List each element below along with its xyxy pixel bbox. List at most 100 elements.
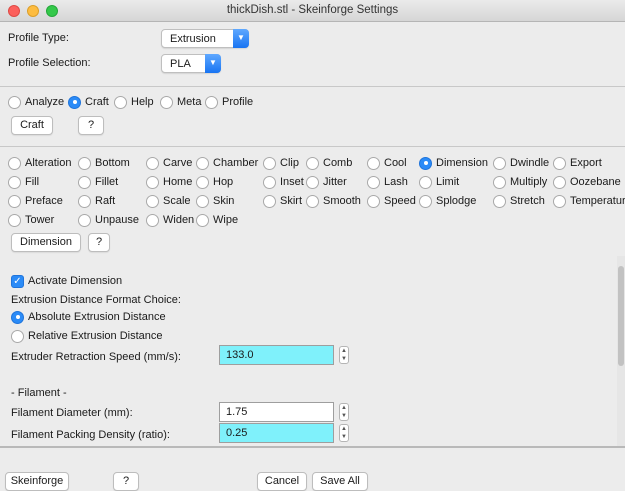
relative-extrusion-radio[interactable]: Relative Extrusion Distance: [11, 328, 163, 344]
radio-analyze[interactable]: Analyze: [8, 94, 64, 110]
radio-unselected-icon: [11, 329, 24, 343]
radio-unselected-icon: [306, 156, 319, 170]
radio-unpause[interactable]: Unpause: [78, 212, 139, 228]
packing-density-field[interactable]: 0.25: [219, 423, 334, 443]
filament-diameter-stepper[interactable]: ▲ ▼: [339, 403, 349, 421]
radio-unselected-icon: [78, 213, 91, 227]
radio-clip[interactable]: Clip: [263, 155, 299, 171]
radio-unselected-icon: [553, 175, 566, 189]
divider: [0, 146, 625, 147]
filament-diameter-field[interactable]: 1.75: [219, 402, 334, 422]
activate-dimension-checkbox[interactable]: ✓ Activate Dimension: [11, 273, 122, 289]
radio-unselected-icon: [263, 194, 276, 208]
radio-label: Alteration: [25, 157, 72, 169]
profile-selection-select[interactable]: PLA ▼: [161, 54, 221, 73]
radio-export[interactable]: Export: [553, 155, 602, 171]
profile-type-value: Extrusion: [170, 33, 216, 45]
radio-craft[interactable]: Craft: [68, 94, 109, 110]
settings-scrollbar-thumb[interactable]: [618, 266, 624, 366]
radio-meta[interactable]: Meta: [160, 94, 201, 110]
radio-unselected-icon: [493, 156, 506, 170]
skeinforge-button[interactable]: Skeinforge: [5, 472, 69, 491]
window-title: thickDish.stl - Skeinforge Settings: [226, 4, 399, 16]
radio-cool[interactable]: Cool: [367, 155, 407, 171]
radio-widen[interactable]: Widen: [146, 212, 194, 228]
cancel-button[interactable]: Cancel: [257, 472, 307, 491]
chevron-down-icon: ▼: [205, 54, 221, 73]
radio-carve[interactable]: Carve: [146, 155, 192, 171]
radio-help[interactable]: Help: [114, 94, 154, 110]
radio-label: Fillet: [95, 176, 119, 188]
radio-unselected-icon: [160, 95, 173, 109]
radio-profile[interactable]: Profile: [205, 94, 253, 110]
dimension-help-button[interactable]: ?: [88, 233, 110, 252]
radio-alteration[interactable]: Alteration: [8, 155, 71, 171]
radio-unselected-icon: [8, 213, 21, 227]
radio-dwindle[interactable]: Dwindle: [493, 155, 549, 171]
packing-density-stepper[interactable]: ▲ ▼: [339, 424, 349, 442]
radio-unselected-icon: [114, 95, 127, 109]
radio-inset[interactable]: Inset: [263, 174, 304, 190]
radio-unselected-icon: [367, 175, 380, 189]
radio-skirt[interactable]: Skirt: [263, 193, 302, 209]
radio-speed[interactable]: Speed: [367, 193, 416, 209]
radio-smooth[interactable]: Smooth: [306, 193, 361, 209]
radio-scale[interactable]: Scale: [146, 193, 191, 209]
radio-chamber[interactable]: Chamber: [196, 155, 258, 171]
radio-raft[interactable]: Raft: [78, 193, 115, 209]
radio-label: Comb: [323, 157, 353, 169]
radio-fillet[interactable]: Fillet: [78, 174, 118, 190]
craft-help-button[interactable]: ?: [78, 116, 104, 135]
radio-label: Help: [131, 96, 154, 108]
radio-label: Skin: [213, 195, 235, 207]
format-choice-label: Extrusion Distance Format Choice:: [11, 294, 181, 306]
radio-unselected-icon: [493, 175, 506, 189]
radio-label: Chamber: [213, 157, 259, 169]
radio-label: Lash: [384, 176, 408, 188]
radio-label: Widen: [163, 214, 195, 226]
radio-oozebane[interactable]: Oozebane: [553, 174, 621, 190]
radio-limit[interactable]: Limit: [419, 174, 459, 190]
radio-unselected-icon: [419, 175, 432, 189]
profile-type-select[interactable]: Extrusion ▼: [161, 29, 249, 48]
radio-unselected-icon: [8, 156, 21, 170]
radio-label: Scale: [163, 195, 191, 207]
radio-unselected-icon: [78, 175, 91, 189]
settings-panel: ✓ Activate Dimension Extrusion Distance …: [0, 256, 625, 446]
radio-label: Unpause: [95, 214, 140, 226]
radio-bottom[interactable]: Bottom: [78, 155, 130, 171]
radio-unselected-icon: [8, 175, 21, 189]
radio-wipe[interactable]: Wipe: [196, 212, 238, 228]
save-all-button[interactable]: Save All: [312, 472, 368, 491]
footer-help-button[interactable]: ?: [113, 472, 139, 491]
radio-jitter[interactable]: Jitter: [306, 174, 347, 190]
radio-unselected-icon: [8, 194, 21, 208]
radio-unselected-icon: [263, 175, 276, 189]
radio-stretch[interactable]: Stretch: [493, 193, 545, 209]
radio-selected-icon: [68, 95, 81, 109]
radio-hop[interactable]: Hop: [196, 174, 233, 190]
radio-unselected-icon: [8, 95, 21, 109]
radio-preface[interactable]: Preface: [8, 193, 63, 209]
activate-dimension-label: Activate Dimension: [28, 275, 123, 287]
radio-unselected-icon: [146, 194, 159, 208]
relative-extrusion-label: Relative Extrusion Distance: [28, 330, 163, 342]
retraction-speed-label: Extruder Retraction Speed (mm/s):: [11, 351, 181, 363]
filament-diameter-label: Filament Diameter (mm):: [11, 407, 133, 419]
radio-lash[interactable]: Lash: [367, 174, 408, 190]
retraction-speed-field[interactable]: 133.0: [219, 345, 334, 365]
radio-multiply[interactable]: Multiply: [493, 174, 547, 190]
craft-button[interactable]: Craft: [11, 116, 53, 135]
dimension-button[interactable]: Dimension: [11, 233, 81, 252]
radio-tower[interactable]: Tower: [8, 212, 54, 228]
absolute-extrusion-radio[interactable]: Absolute Extrusion Distance: [11, 309, 166, 325]
radio-skin[interactable]: Skin: [196, 193, 234, 209]
radio-fill[interactable]: Fill: [8, 174, 39, 190]
radio-temperature[interactable]: Temperature: [553, 193, 625, 209]
radio-splodge[interactable]: Splodge: [419, 193, 476, 209]
radio-label: Oozebane: [570, 176, 621, 188]
radio-comb[interactable]: Comb: [306, 155, 352, 171]
radio-home[interactable]: Home: [146, 174, 192, 190]
radio-dimension[interactable]: Dimension: [419, 155, 488, 171]
retraction-speed-stepper[interactable]: ▲ ▼: [339, 346, 349, 364]
